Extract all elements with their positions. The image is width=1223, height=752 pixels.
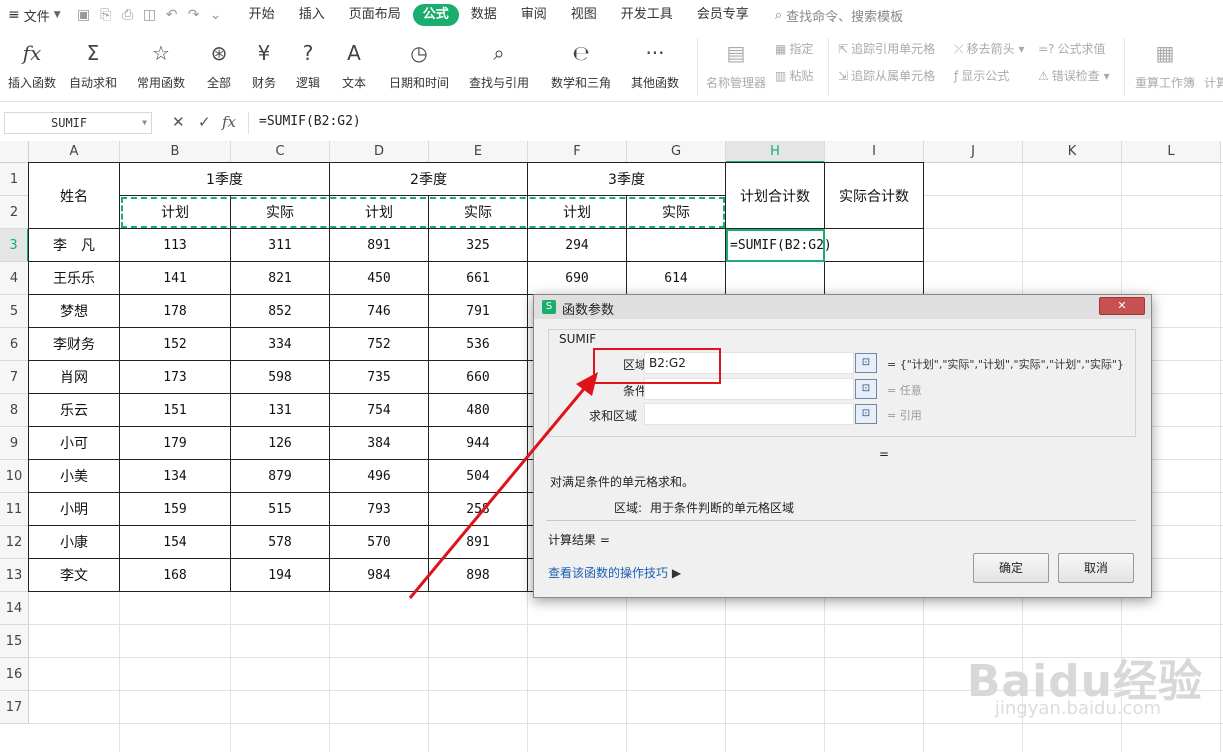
app-window: { "menubar": { "file_label": "文件", "tabs… bbox=[0, 0, 1223, 752]
annotation-arrow-line bbox=[408, 383, 590, 599]
annotation-arrow bbox=[408, 372, 598, 599]
